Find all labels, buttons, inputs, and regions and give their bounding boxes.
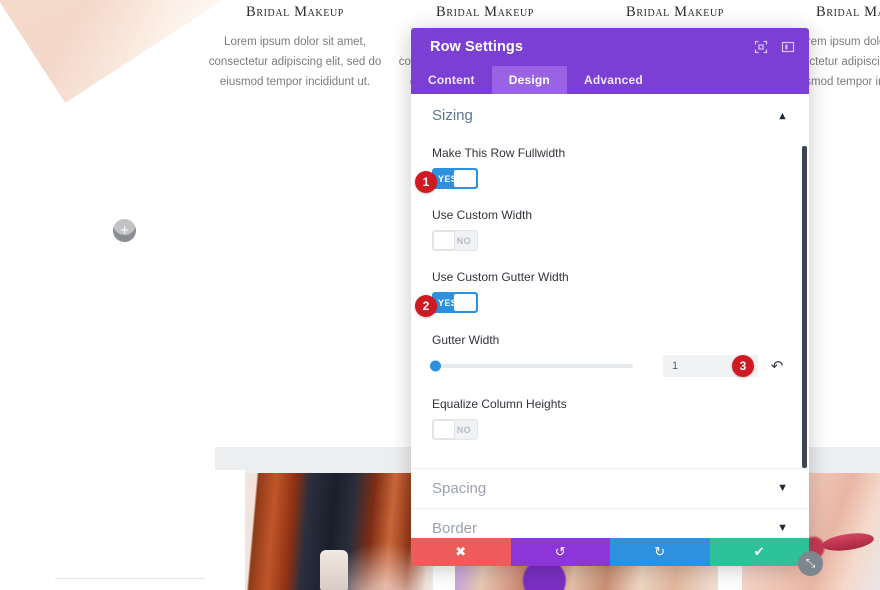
save-button[interactable]: ✔ <box>709 538 809 566</box>
chevron-down-icon: ▼ <box>777 522 788 534</box>
layout-panel-icon[interactable] <box>780 40 795 55</box>
blurb-title: Bridal Makeup <box>436 4 534 20</box>
section-sizing-header[interactable]: Sizing ▼ <box>411 94 809 136</box>
page-divider <box>55 578 205 579</box>
modal-body: Sizing ▼ Make This Row Fullwidth 1 YES U… <box>411 94 809 538</box>
toggle-value: NO <box>456 235 471 246</box>
slider-thumb[interactable] <box>430 360 441 372</box>
section-title: Spacing <box>432 480 487 497</box>
tab-advanced[interactable]: Advanced <box>567 66 660 94</box>
gallery-gap <box>215 470 245 590</box>
gutter-width-slider[interactable] <box>430 360 633 372</box>
resize-handle-icon[interactable]: ⤡ <box>798 551 823 576</box>
chevron-down-icon: ▼ <box>777 482 788 494</box>
modal-header-actions <box>753 40 795 55</box>
fullscreen-icon[interactable] <box>753 40 768 55</box>
screen: Bridal Makeup Lorem ipsum dolor sit amet… <box>0 0 880 590</box>
field-make-row-fullwidth: Make This Row Fullwidth 1 YES <box>411 146 809 193</box>
toggle-equalize-column-heights[interactable]: NO <box>432 419 478 440</box>
field-label: Equalize Column Heights <box>432 397 567 411</box>
blurb-body: Lorem ipsum dolor sit amet, consectetur … <box>208 36 382 88</box>
field-label: Use Custom Width <box>432 208 533 222</box>
modal-scrollbar[interactable] <box>802 146 807 468</box>
field-gutter-width: Gutter Width 3 ↶ <box>411 333 809 377</box>
field-equalize-column-heights: Equalize Column Heights NO <box>411 397 809 440</box>
modal-footer: ✖ ↺ ↻ ✔ <box>411 538 809 566</box>
toggle-make-row-fullwidth[interactable]: YES <box>432 168 478 189</box>
blurb-title: Bridal Makeup <box>246 4 344 20</box>
gutter-width-control: 3 ↶ <box>430 355 788 377</box>
toggle-knob <box>454 294 476 311</box>
field-label: Make This Row Fullwidth <box>432 146 566 160</box>
gallery-photo-hair <box>245 473 433 590</box>
field-label: Use Custom Gutter Width <box>432 270 569 284</box>
section-title: Border <box>432 520 478 537</box>
toggle-knob <box>454 170 476 187</box>
toggle-use-custom-gutter-width[interactable]: YES <box>432 292 478 313</box>
step-badge-3: 3 <box>732 355 754 377</box>
modal-header: Row Settings <box>411 28 809 66</box>
toggle-knob <box>433 420 455 439</box>
step-badge-1: 1 <box>415 171 437 193</box>
toggle-use-custom-width[interactable]: NO <box>432 230 478 251</box>
section-spacing-header[interactable]: Spacing ▼ <box>411 468 809 508</box>
toggle-value: NO <box>456 424 471 435</box>
reset-icon[interactable]: ↶ <box>766 359 788 374</box>
field-use-custom-width: Use Custom Width NO <box>411 208 809 251</box>
blurb-title: Bridal Makeup <box>626 4 724 20</box>
tab-content[interactable]: Content <box>411 66 492 94</box>
collapsed-sections: Spacing ▼ Border ▼ Box Shadow ▼ Filters … <box>411 468 809 538</box>
row-settings-modal: Row Settings Content Design Advanced Siz… <box>411 28 823 576</box>
toggle-knob <box>433 231 455 250</box>
field-use-custom-gutter-width: Use Custom Gutter Width 2 YES <box>411 270 809 317</box>
step-badge-2: 2 <box>415 295 437 317</box>
section-title: Sizing <box>432 106 473 124</box>
redo-button[interactable]: ↻ <box>610 538 710 566</box>
chevron-up-icon: ▼ <box>777 109 788 122</box>
modal-tabbar: Content Design Advanced <box>411 66 809 94</box>
section-border-header[interactable]: Border ▼ <box>411 508 809 538</box>
undo-button[interactable]: ↺ <box>510 538 610 566</box>
modal-title: Row Settings <box>430 39 524 55</box>
section-sizing: Sizing ▼ Make This Row Fullwidth 1 YES U… <box>411 94 809 446</box>
field-label: Gutter Width <box>432 333 500 347</box>
add-module-icon[interactable]: + <box>113 219 136 242</box>
cancel-button[interactable]: ✖ <box>411 538 511 566</box>
tab-design[interactable]: Design <box>491 66 567 94</box>
plus-icon: + <box>120 222 129 239</box>
blurb-title: Bridal Makeup <box>816 4 880 20</box>
blurb-module[interactable]: Bridal Makeup Lorem ipsum dolor sit amet… <box>200 0 390 92</box>
